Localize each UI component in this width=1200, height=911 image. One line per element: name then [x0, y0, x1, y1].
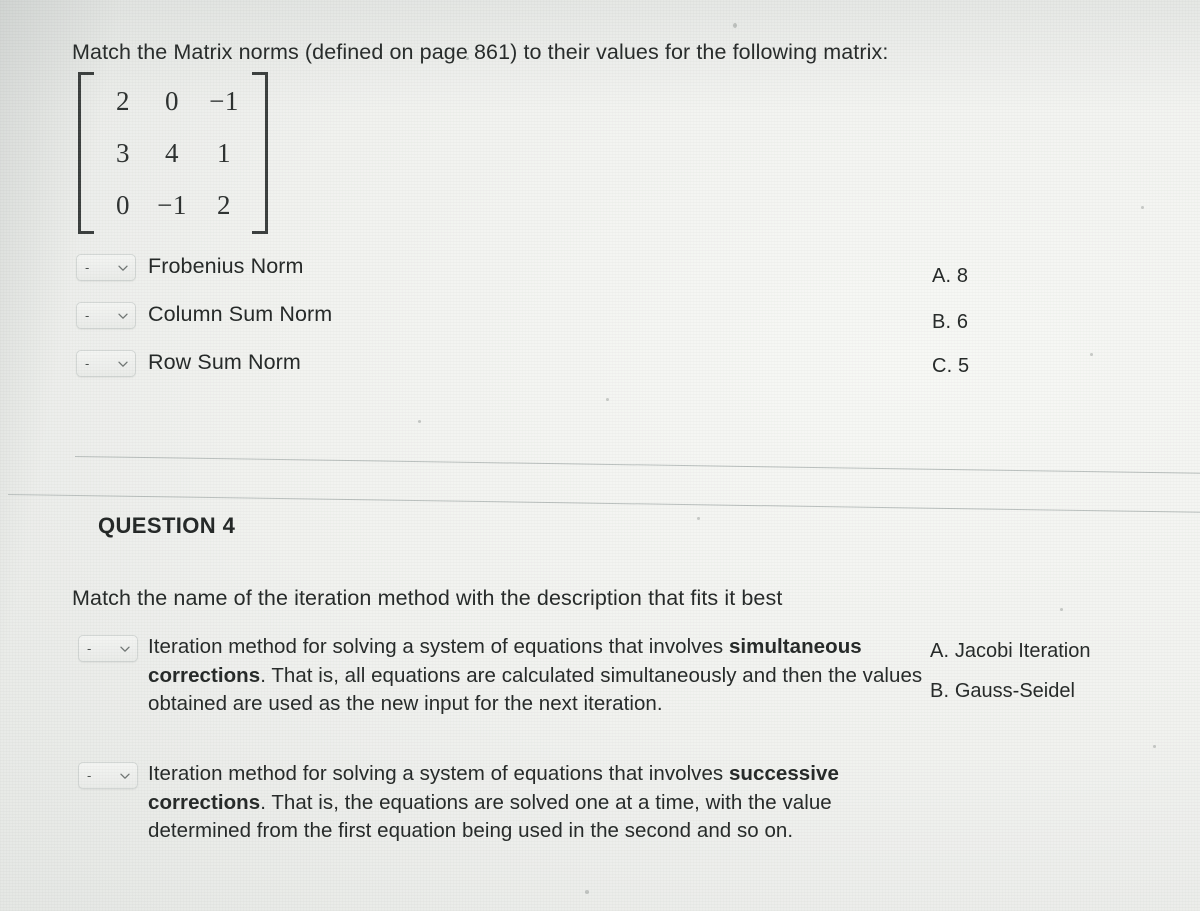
match-row-simultaneous: - Iteration method for solving a system …: [78, 633, 938, 719]
chevron-down-icon: [117, 358, 129, 370]
chevron-down-icon: [119, 770, 131, 782]
dust-speck: [1153, 745, 1156, 748]
matrix-cell: 1: [217, 137, 231, 168]
option-letter: B.: [932, 311, 952, 333]
answer-dropdown-successive[interactable]: -: [78, 762, 138, 789]
option-a-q3: A. 8: [932, 263, 968, 289]
dropdown-selected-value: -: [87, 768, 92, 783]
match-label-column-sum: Column Sum Norm: [148, 302, 333, 326]
dropdown-selected-value: -: [85, 356, 90, 371]
description-text-after: . That is, all equations are calculated …: [148, 663, 923, 716]
option-letter: A.: [932, 265, 952, 287]
answer-dropdown-frobenius[interactable]: -: [76, 254, 136, 281]
dust-speck: [466, 57, 469, 60]
answer-dropdown-row-sum[interactable]: -: [76, 350, 136, 377]
option-text: 5: [957, 355, 970, 377]
answer-dropdown-simultaneous[interactable]: -: [78, 635, 138, 662]
description-successive: Iteration method for solving a system of…: [148, 760, 938, 846]
dust-speck: [1060, 608, 1063, 611]
section-divider-bottom: [7, 494, 1200, 513]
matrix-display: 2 0 −1 3 4 1 0 −1 2: [78, 72, 268, 234]
section-divider-top: [74, 456, 1200, 474]
option-letter: C.: [932, 355, 953, 377]
description-text-before: Iteration method for solving a system of…: [148, 635, 729, 658]
matrix-cell: −1: [209, 85, 239, 116]
option-letter: A.: [930, 640, 950, 662]
dust-speck: [733, 23, 737, 28]
dust-speck: [418, 420, 421, 423]
matrix-cell: 2: [217, 189, 231, 220]
option-text: 8: [956, 265, 968, 287]
matrix-cell: −1: [157, 189, 187, 220]
match-row-frobenius: - Frobenius Norm: [76, 252, 304, 281]
matrix-grid: 2 0 −1 3 4 1 0 −1 2: [94, 72, 252, 234]
match-row-column-sum: - Column Sum Norm: [76, 300, 332, 329]
option-b-q3: B. 6: [932, 309, 968, 335]
dust-speck: [585, 890, 589, 894]
matrix-cell: 0: [116, 189, 130, 220]
dust-speck: [1141, 206, 1144, 209]
matrix-left-bracket: [78, 72, 94, 234]
match-label-frobenius: Frobenius Norm: [148, 254, 304, 278]
match-row-successive: - Iteration method for solving a system …: [78, 760, 938, 846]
quiz-content: Match the Matrix norms (defined on page …: [0, 0, 1200, 911]
dust-speck: [606, 398, 609, 401]
matrix-cell: 0: [165, 85, 179, 116]
option-text: Jacobi Iteration: [954, 640, 1091, 662]
question3-prompt: Match the Matrix norms (defined on page …: [72, 40, 889, 64]
matrix-cell: 3: [116, 137, 130, 168]
dust-speck: [1090, 353, 1093, 356]
dropdown-selected-value: -: [85, 308, 90, 323]
option-text: 6: [956, 311, 968, 333]
match-label-row-sum: Row Sum Norm: [148, 350, 301, 374]
matrix-cell: 4: [165, 137, 179, 168]
option-text: Gauss-Seidel: [954, 680, 1075, 702]
dropdown-selected-value: -: [85, 260, 90, 275]
option-letter: B.: [930, 680, 950, 702]
question4-heading: QUESTION 4: [98, 513, 236, 538]
chevron-down-icon: [119, 643, 131, 655]
dust-speck: [697, 517, 700, 520]
description-text-before: Iteration method for solving a system of…: [148, 762, 729, 785]
chevron-down-icon: [117, 262, 129, 274]
dropdown-selected-value: -: [87, 641, 92, 656]
option-a-q4: A. Jacobi Iteration: [930, 638, 1091, 664]
option-c-q3: C. 5: [932, 353, 969, 379]
chevron-down-icon: [117, 310, 129, 322]
question4-prompt: Match the name of the iteration method w…: [72, 586, 783, 610]
answer-dropdown-column-sum[interactable]: -: [76, 302, 136, 329]
option-b-q4: B. Gauss-Seidel: [930, 678, 1075, 704]
description-simultaneous: Iteration method for solving a system of…: [148, 633, 938, 719]
matrix-cell: 2: [116, 85, 130, 116]
match-row-row-sum: - Row Sum Norm: [76, 348, 301, 377]
matrix-right-bracket: [252, 72, 268, 234]
